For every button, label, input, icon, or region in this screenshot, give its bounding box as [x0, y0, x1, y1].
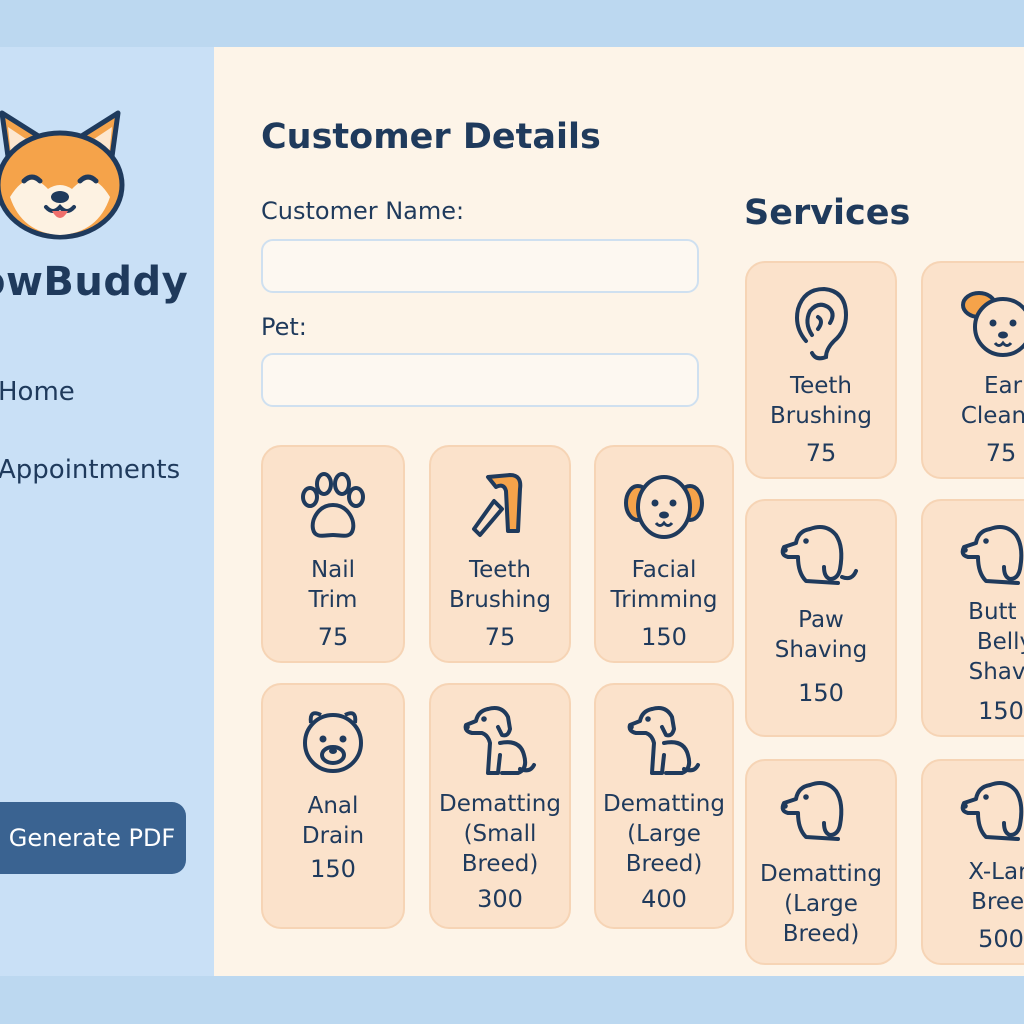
service-card-butt-belly-shaving[interactable]: Butt & Belly Shavir 150 [921, 499, 1024, 737]
sitting-dog-icon [627, 706, 700, 775]
dog-head-icon [960, 781, 1024, 841]
toothbrush-icon [472, 473, 523, 537]
sidebar-item-home[interactable]: Home [0, 377, 75, 407]
sidebar: owBuddy Home Appointments Generate PDF [0, 47, 214, 976]
service-name: X-Larg Breed [968, 859, 1024, 915]
sitting-dog-icon [463, 706, 536, 775]
service-price: 75 [985, 439, 1017, 467]
service-price: 75 [484, 623, 516, 651]
page-title: Customer Details [261, 117, 601, 157]
service-card-dematting-small[interactable]: Dematting (Small Breed) 300 [429, 683, 571, 929]
customer-name-input[interactable] [261, 239, 699, 293]
service-name: Dematting (Large Breed) [603, 791, 725, 877]
services-title: Services [744, 193, 911, 233]
dog-face-icon [624, 475, 704, 539]
customer-name-label: Customer Name: [261, 197, 465, 225]
service-name: Butt & Belly Shavir [968, 599, 1024, 685]
bear-face-icon [303, 711, 363, 773]
service-card-facial-trimming[interactable]: Facial Trimming 150 [594, 445, 734, 663]
ear-icon [795, 286, 849, 361]
service-card-ear-cleaning[interactable]: Ear Cleanic 75 [921, 261, 1024, 479]
service-card-dematting-large[interactable]: Dematting (Large Breed) 400 [594, 683, 734, 929]
generate-pdf-button[interactable]: Generate PDF [0, 802, 186, 874]
service-card-teeth-brushing-2[interactable]: Teeth Brushing 75 [745, 261, 897, 479]
service-price: 75 [317, 623, 349, 651]
service-name: Teeth Brushing [449, 557, 551, 613]
service-name: Teeth Brushing [770, 373, 872, 429]
service-name: Facial Trimming [610, 557, 718, 613]
paw-icon [301, 472, 365, 538]
service-price: 75 [805, 439, 837, 467]
service-price: 150 [978, 697, 1024, 725]
service-price: 400 [641, 885, 687, 913]
app-brand-name: owBuddy [0, 259, 189, 305]
service-name: Paw Shaving [774, 607, 868, 663]
dog-head-icon [780, 525, 858, 585]
service-card-teeth-brushing[interactable]: Teeth Brushing 75 [429, 445, 571, 663]
service-card-x-large-breed[interactable]: X-Larg Breed 500 [921, 759, 1024, 965]
service-price: 150 [641, 623, 687, 651]
dog-face-icon [961, 291, 1024, 357]
service-card-paw-shaving[interactable]: Paw Shaving 150 [745, 499, 897, 737]
service-name: Ear Cleanic [960, 373, 1024, 429]
main-content: Customer Details Customer Name: Pet: Nai… [214, 47, 1024, 976]
service-price: 300 [477, 885, 523, 913]
service-name: Nail Trim [308, 557, 358, 613]
service-name: Dematting (Large Breed) [760, 861, 882, 947]
service-card-anal-drain[interactable]: Anal Drain 150 [261, 683, 405, 929]
service-price: 500 [978, 925, 1024, 953]
service-name: Anal Drain [301, 793, 365, 849]
pet-input[interactable] [261, 353, 699, 407]
app-window: owBuddy Home Appointments Generate PDF C… [0, 47, 1024, 976]
pet-label: Pet: [261, 313, 307, 341]
service-name: Dematting (Small Breed) [439, 791, 561, 877]
dog-head-icon [780, 781, 844, 841]
dog-head-icon [960, 525, 1024, 585]
service-card-nail-trim[interactable]: Nail Trim 75 [261, 445, 405, 663]
service-card-dematting-large-2[interactable]: Dematting (Large Breed) [745, 759, 897, 965]
service-price: 150 [798, 679, 844, 707]
service-price: 150 [310, 855, 356, 883]
sidebar-item-appointments[interactable]: Appointments [0, 455, 180, 485]
shiba-logo-icon [0, 110, 125, 240]
